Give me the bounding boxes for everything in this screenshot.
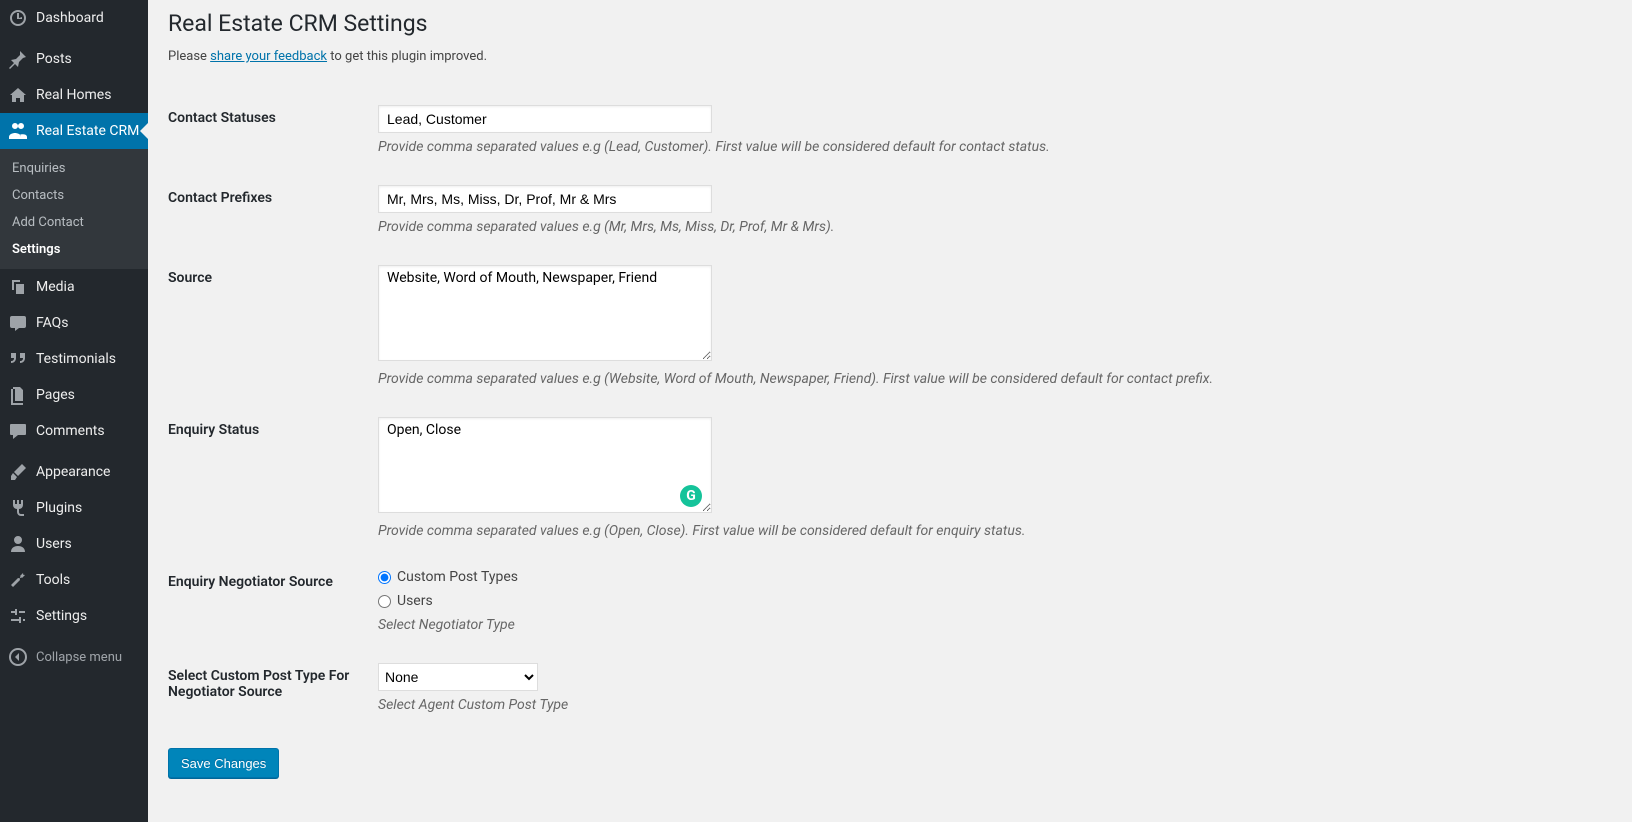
faq-icon xyxy=(8,313,28,333)
sidebar-item-label: Tools xyxy=(36,572,70,588)
sidebar-item-label: FAQs xyxy=(36,315,69,331)
sidebar-item-label: Users xyxy=(36,536,72,552)
sidebar-item-label: Pages xyxy=(36,387,75,403)
pages-icon xyxy=(8,385,28,405)
sidebar-item-label: Appearance xyxy=(36,464,110,480)
negotiator-radio-cpt[interactable] xyxy=(378,571,391,584)
sidebar-submenu: Enquiries Contacts Add Contact Settings xyxy=(0,149,148,269)
enquiry-status-desc: Provide comma separated values e.g (Open… xyxy=(378,523,1602,539)
cpt-negotiator-select[interactable]: None xyxy=(378,663,538,691)
sidebar-item-label: Comments xyxy=(36,423,105,439)
contact-prefixes-label: Contact Prefixes xyxy=(168,170,368,250)
sidebar-item-comments[interactable]: Comments xyxy=(0,413,148,449)
submenu-item-contacts[interactable]: Contacts xyxy=(0,182,148,209)
admin-sidebar: Dashboard Posts Real Homes Real Estate C… xyxy=(0,0,148,822)
sidebar-item-faqs[interactable]: FAQs xyxy=(0,305,148,341)
comment-icon xyxy=(8,421,28,441)
main-content: Real Estate CRM Settings Please share yo… xyxy=(148,0,1632,822)
sidebar-item-label: Media xyxy=(36,279,75,295)
sidebar-item-settings[interactable]: Settings xyxy=(0,598,148,634)
feedback-line: Please share your feedback to get this p… xyxy=(168,49,1612,64)
negotiator-radio-users[interactable] xyxy=(378,595,391,608)
media-icon xyxy=(8,277,28,297)
submenu-item-enquiries[interactable]: Enquiries xyxy=(0,155,148,182)
feedback-link[interactable]: share your feedback xyxy=(210,49,327,64)
sidebar-item-collapse[interactable]: Collapse menu xyxy=(0,639,148,675)
collapse-icon xyxy=(8,647,28,667)
quote-icon xyxy=(8,349,28,369)
sidebar-item-plugins[interactable]: Plugins xyxy=(0,490,148,526)
pin-icon xyxy=(8,49,28,69)
sidebar-item-media[interactable]: Media xyxy=(0,269,148,305)
sidebar-item-pages[interactable]: Pages xyxy=(0,377,148,413)
contact-prefixes-input[interactable] xyxy=(378,185,712,213)
source-textarea[interactable] xyxy=(378,265,712,361)
sidebar-item-appearance[interactable]: Appearance xyxy=(0,454,148,490)
wrench-icon xyxy=(8,570,28,590)
sidebar-item-label: Testimonials xyxy=(36,351,116,367)
source-label: Source xyxy=(168,250,368,402)
plug-icon xyxy=(8,498,28,518)
sidebar-item-label: Real Estate CRM xyxy=(36,123,139,139)
sidebar-item-users[interactable]: Users xyxy=(0,526,148,562)
sidebar-item-label: Dashboard xyxy=(36,10,104,26)
contact-statuses-input[interactable] xyxy=(378,105,712,133)
contact-statuses-label: Contact Statuses xyxy=(168,90,368,170)
brush-icon xyxy=(8,462,28,482)
submenu-item-settings[interactable]: Settings xyxy=(0,236,148,263)
cpt-negotiator-label: Select Custom Post Type For Negotiator S… xyxy=(168,648,368,728)
negotiator-radio-cpt-label: Custom Post Types xyxy=(397,569,518,585)
sidebar-item-label: Collapse menu xyxy=(36,650,122,665)
contact-prefixes-desc: Provide comma separated values e.g (Mr, … xyxy=(378,219,1602,235)
sliders-icon xyxy=(8,606,28,626)
source-desc: Provide comma separated values e.g (Webs… xyxy=(378,371,1602,387)
crm-icon xyxy=(8,121,28,141)
sidebar-item-real-homes[interactable]: Real Homes xyxy=(0,77,148,113)
sidebar-item-label: Posts xyxy=(36,51,72,67)
negotiator-source-label: Enquiry Negotiator Source xyxy=(168,554,368,648)
sidebar-item-dashboard[interactable]: Dashboard xyxy=(0,0,148,36)
sidebar-item-label: Real Homes xyxy=(36,87,111,103)
grammarly-icon: G xyxy=(680,485,702,507)
homes-icon xyxy=(8,85,28,105)
user-icon xyxy=(8,534,28,554)
sidebar-item-real-estate-crm[interactable]: Real Estate CRM xyxy=(0,113,148,149)
sidebar-item-posts[interactable]: Posts xyxy=(0,41,148,77)
sidebar-item-testimonials[interactable]: Testimonials xyxy=(0,341,148,377)
page-title: Real Estate CRM Settings xyxy=(168,10,1612,37)
dashboard-icon xyxy=(8,8,28,28)
save-button[interactable]: Save Changes xyxy=(168,748,279,778)
enquiry-status-textarea[interactable] xyxy=(378,417,712,513)
enquiry-status-label: Enquiry Status xyxy=(168,402,368,554)
sidebar-item-label: Plugins xyxy=(36,500,82,516)
negotiator-radio-users-label: Users xyxy=(397,593,433,609)
submenu-item-add-contact[interactable]: Add Contact xyxy=(0,209,148,236)
cpt-negotiator-desc: Select Agent Custom Post Type xyxy=(378,697,1602,713)
sidebar-item-tools[interactable]: Tools xyxy=(0,562,148,598)
negotiator-source-desc: Select Negotiator Type xyxy=(378,617,1602,633)
contact-statuses-desc: Provide comma separated values e.g (Lead… xyxy=(378,139,1602,155)
sidebar-item-label: Settings xyxy=(36,608,87,624)
